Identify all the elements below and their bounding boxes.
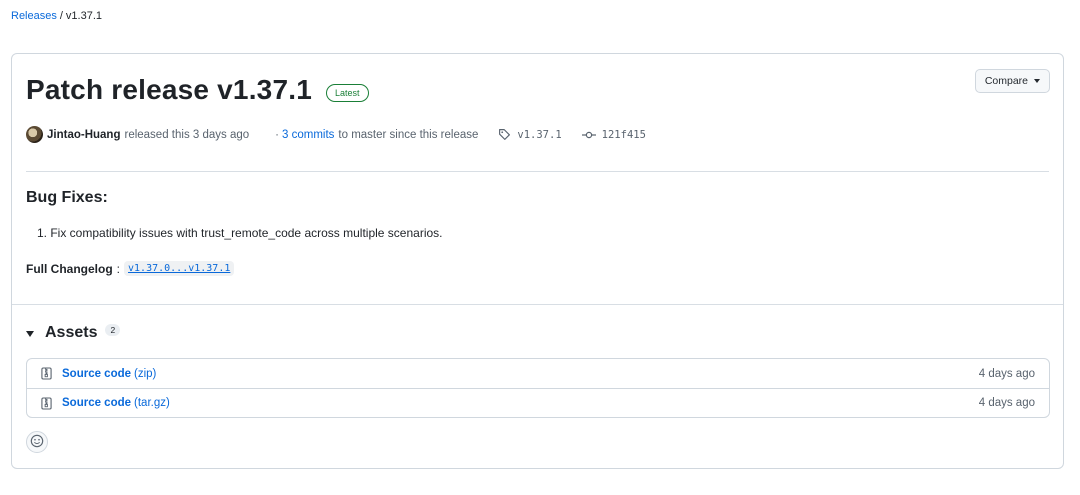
chevron-down-icon bbox=[1034, 79, 1040, 83]
breadcrumb-separator: / bbox=[59, 10, 63, 22]
asset-ext-targz[interactable]: (tar.gz) bbox=[134, 397, 170, 409]
changelog-link[interactable]: v1.37.0...v1.37.1 bbox=[124, 261, 235, 276]
meta-dot: · bbox=[275, 128, 279, 141]
changelog-label: Full Changelog bbox=[26, 261, 113, 276]
commits-link[interactable]: 3 commits bbox=[282, 129, 334, 141]
assets-count-badge: 2 bbox=[105, 324, 121, 336]
compare-label: Compare bbox=[984, 75, 1028, 87]
header-divider bbox=[26, 171, 1049, 172]
assets-divider bbox=[12, 304, 1063, 305]
changelog-colon: : bbox=[116, 261, 121, 276]
full-changelog: Full Changelog: v1.37.0...v1.37.1 bbox=[26, 261, 235, 276]
release-card: Compare Patch release v1.37.1 Latest Jin… bbox=[11, 53, 1064, 469]
breadcrumb-current: v1.37.1 bbox=[65, 10, 103, 22]
smiley-icon bbox=[30, 434, 44, 451]
release-title: Patch release v1.37.1 bbox=[26, 74, 312, 105]
asset-link-targz[interactable]: Source code bbox=[62, 397, 131, 409]
release-meta: Jintao-Huang released this 3 days ago · … bbox=[26, 126, 646, 143]
asset-row-targz: Source code (tar.gz) 4 days ago bbox=[27, 388, 1049, 417]
commit-sha-link[interactable]: 121f415 bbox=[602, 129, 646, 141]
author-link[interactable]: Jintao-Huang bbox=[47, 129, 120, 141]
compare-button[interactable]: Compare bbox=[974, 69, 1050, 93]
asset-ext-zip[interactable]: (zip) bbox=[134, 368, 156, 380]
assets-toggle[interactable]: Assets 2 bbox=[26, 324, 121, 342]
latest-badge: Latest bbox=[325, 84, 369, 102]
add-reaction-button[interactable] bbox=[26, 431, 48, 453]
author-avatar[interactable] bbox=[26, 126, 43, 143]
assets-title: Assets bbox=[45, 324, 98, 341]
release-title-row: Patch release v1.37.1 Latest bbox=[26, 74, 369, 106]
released-text: released this 3 days ago bbox=[124, 128, 250, 141]
tag-icon bbox=[498, 128, 511, 141]
breadcrumb-releases-link[interactable]: Releases bbox=[11, 10, 57, 22]
asset-row-zip: Source code (zip) 4 days ago bbox=[27, 359, 1049, 388]
notes-heading: Bug Fixes: bbox=[26, 189, 108, 206]
file-zip-icon bbox=[41, 396, 53, 410]
commits-suffix: to master since this release bbox=[338, 128, 479, 141]
file-zip-icon bbox=[41, 367, 53, 380]
tag-link[interactable]: v1.37.1 bbox=[517, 129, 561, 141]
breadcrumb: Releases / v1.37.1 bbox=[11, 10, 102, 22]
git-commit-icon bbox=[581, 130, 596, 140]
notes-list-item: 1. Fix compatibility issues with trust_r… bbox=[37, 226, 443, 240]
asset-date: 4 days ago bbox=[978, 397, 1035, 409]
assets-list: Source code (zip) 4 days ago Source code… bbox=[26, 358, 1050, 418]
asset-date: 4 days ago bbox=[978, 367, 1035, 380]
triangle-down-icon bbox=[26, 331, 34, 337]
asset-link-zip[interactable]: Source code bbox=[62, 368, 131, 380]
